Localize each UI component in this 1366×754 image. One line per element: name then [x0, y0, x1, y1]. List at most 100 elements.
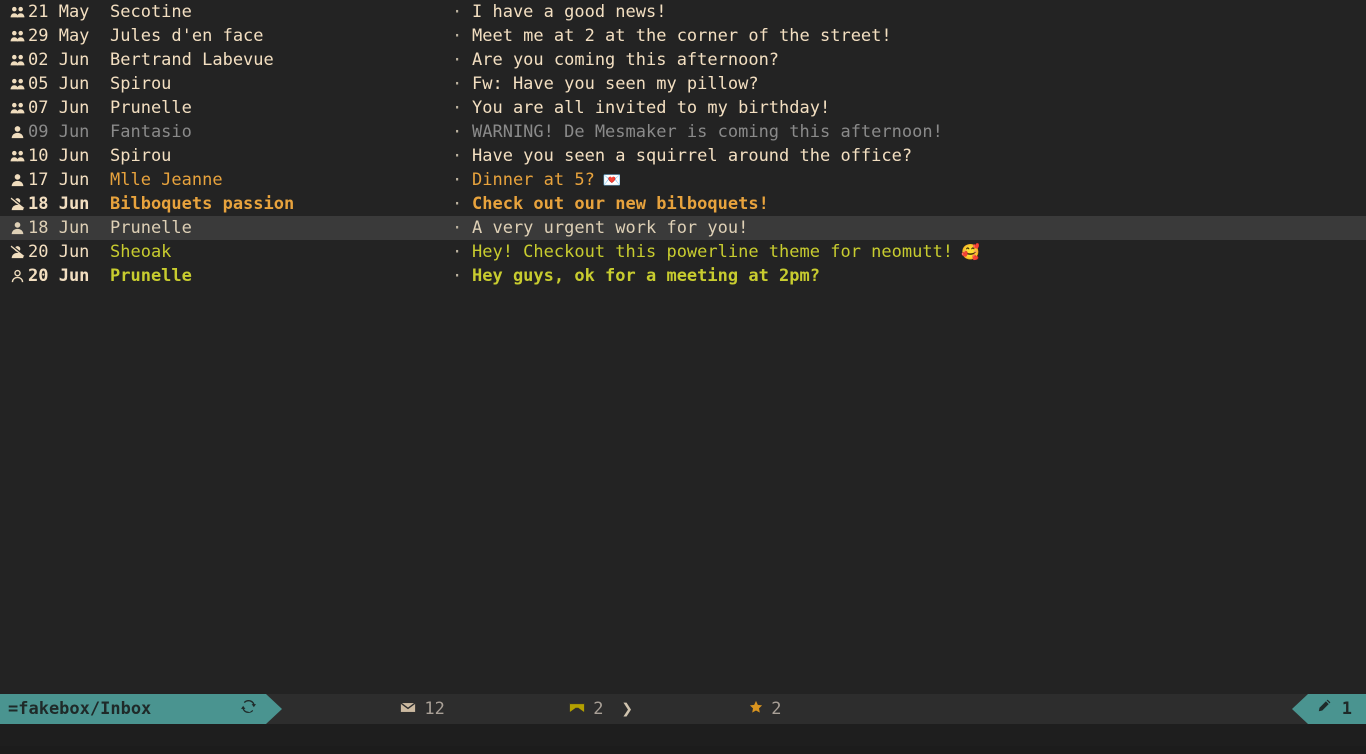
- message-subject: Hey guys, ok for a meeting at 2pm?: [472, 266, 820, 286]
- message-subject-cell: Hey guys, ok for a meeting at 2pm?: [472, 264, 820, 288]
- terminal-screen: 21 May Secotine · I have a good news! 29 May…: [0, 0, 1366, 746]
- message-row[interactable]: 29 May Jules d'en face · Meet me at 2 at th…: [0, 24, 1366, 48]
- terminal-bottom-area: [0, 724, 1366, 746]
- group-icon[interactable]: [8, 144, 26, 168]
- message-subject-cell: Check out our new bilboquets!: [472, 192, 769, 216]
- message-date: 02 Jun: [28, 50, 90, 70]
- message-row[interactable]: 07 Jun Prunelle · You are all invited to my…: [0, 96, 1366, 120]
- thread-separator: ·: [452, 146, 463, 166]
- message-subject: WARNING! De Mesmaker is coming this afte…: [472, 122, 943, 142]
- thread-separator: ·: [452, 98, 463, 118]
- powerline-arrow-right: [266, 694, 282, 724]
- message-subject: Dinner at 5?: [472, 170, 595, 190]
- group-icon[interactable]: [8, 72, 26, 96]
- thread-separator: ·: [452, 242, 463, 262]
- message-date: 21 May: [28, 2, 90, 22]
- thread-separator: ·: [452, 26, 463, 46]
- message-sender: Bertrand Labevue: [110, 50, 274, 70]
- message-sender: Sheoak: [110, 242, 172, 262]
- message-row[interactable]: 18 Jun Prunelle · A very urgent work for yo…: [0, 216, 1366, 240]
- message-date: 20 Jun: [28, 266, 90, 286]
- message-date: 07 Jun: [28, 98, 90, 118]
- message-subject: A very urgent work for you!: [472, 218, 749, 238]
- message-sender: Spirou: [110, 146, 172, 166]
- message-sender: Prunelle: [110, 266, 192, 286]
- new-count: 2: [593, 699, 604, 719]
- message-row[interactable]: 05 Jun Spirou · Fw: Have you seen my pillow…: [0, 72, 1366, 96]
- compose-count: 1: [1341, 699, 1352, 719]
- message-row[interactable]: 20 Jun Sheoak · Hey! Checkout this powerlin…: [0, 240, 1366, 264]
- thread-separator: ·: [452, 194, 463, 214]
- message-sender: Fantasio: [110, 122, 192, 142]
- message-sender: Jules d'en face: [110, 26, 264, 46]
- message-date: 20 Jun: [28, 242, 90, 262]
- message-subject-cell: Fw: Have you seen my pillow?: [472, 72, 759, 96]
- message-subject-cell: Hey! Checkout this powerline theme for n…: [472, 240, 980, 264]
- message-subject-cell: WARNING! De Mesmaker is coming this afte…: [472, 120, 943, 144]
- message-date: 05 Jun: [28, 74, 90, 94]
- person-outline-icon[interactable]: [8, 264, 26, 288]
- message-subject: Are you coming this afternoon?: [472, 50, 780, 70]
- total-count: 12: [424, 699, 445, 719]
- message-subject: Have you seen a squirrel around the offi…: [472, 146, 913, 166]
- chevron-right-icon: ❯: [621, 698, 633, 720]
- thread-separator: ·: [452, 170, 463, 190]
- message-row[interactable]: 02 Jun Bertrand Labevue · Are you coming th…: [0, 48, 1366, 72]
- subject-emoji: 💌: [602, 171, 622, 189]
- mailbox-label: =fakebox/Inbox: [8, 699, 152, 719]
- status-bar: =fakebox/Inbox 12 2 ❯ 2 1: [0, 694, 1366, 724]
- compose-segment[interactable]: 1: [1291, 694, 1366, 724]
- pencil-icon: [1316, 697, 1332, 721]
- thread-separator: ·: [452, 266, 463, 286]
- person-crossed-icon[interactable]: [8, 240, 26, 264]
- message-date: 17 Jun: [28, 170, 90, 190]
- message-row[interactable]: 09 Jun Fantasio · WARNING! De Mesmaker is c…: [0, 120, 1366, 144]
- message-date: 18 Jun: [28, 218, 90, 238]
- thread-separator: ·: [452, 122, 463, 142]
- message-subject-cell: Meet me at 2 at the corner of the street…: [472, 24, 892, 48]
- group-icon[interactable]: [8, 48, 26, 72]
- person-crossed-icon[interactable]: [8, 192, 26, 216]
- flagged-count: 2: [771, 699, 782, 719]
- message-date: 10 Jun: [28, 146, 90, 166]
- message-date: 09 Jun: [28, 122, 90, 142]
- message-row[interactable]: 17 Jun Mlle Jeanne · Dinner at 5? 💌: [0, 168, 1366, 192]
- powerline-arrow-left: [1291, 694, 1308, 724]
- person-icon[interactable]: [8, 168, 26, 192]
- message-sender: Bilboquets passion: [110, 194, 295, 214]
- message-subject: You are all invited to my birthday!: [472, 98, 831, 118]
- message-date: 29 May: [28, 26, 90, 46]
- person-icon[interactable]: [8, 216, 26, 240]
- message-row[interactable]: 10 Jun Spirou · Have you seen a squirrel ar…: [0, 144, 1366, 168]
- message-subject: Hey! Checkout this powerline theme for n…: [472, 242, 954, 262]
- mailbox-segment[interactable]: =fakebox/Inbox: [0, 694, 267, 724]
- message-sender: Prunelle: [110, 218, 192, 238]
- message-row[interactable]: 18 Jun Bilboquets passion · Check out our n…: [0, 192, 1366, 216]
- message-sender: Mlle Jeanne: [110, 170, 223, 190]
- subject-emoji: 🥰: [961, 243, 980, 261]
- message-subject-cell: You are all invited to my birthday!: [472, 96, 830, 120]
- thread-separator: ·: [452, 218, 463, 238]
- message-subject-cell: Have you seen a squirrel around the offi…: [472, 144, 912, 168]
- message-subject-cell: Are you coming this afternoon?: [472, 48, 779, 72]
- thread-separator: ·: [452, 74, 463, 94]
- message-row[interactable]: 21 May Secotine · I have a good news!: [0, 0, 1366, 24]
- message-sender: Spirou: [110, 74, 172, 94]
- thread-separator: ·: [452, 50, 463, 70]
- message-subject-cell: I have a good news!: [472, 0, 666, 24]
- message-sender: Secotine: [110, 2, 192, 22]
- message-index[interactable]: 21 May Secotine · I have a good news! 29 May…: [0, 0, 1366, 694]
- counts-area: 12 2 ❯ 2: [298, 694, 782, 724]
- message-subject: I have a good news!: [472, 2, 667, 22]
- message-sender: Prunelle: [110, 98, 192, 118]
- group-icon[interactable]: [8, 0, 26, 24]
- message-subject-cell: A very urgent work for you!: [472, 216, 748, 240]
- person-icon[interactable]: [8, 120, 26, 144]
- group-icon[interactable]: [8, 24, 26, 48]
- thread-separator: ·: [452, 2, 463, 22]
- message-row[interactable]: 20 Jun Prunelle · Hey guys, ok for a meetin…: [0, 264, 1366, 288]
- message-subject: Check out our new bilboquets!: [472, 194, 769, 214]
- message-date: 18 Jun: [28, 194, 90, 214]
- message-subject-cell: Dinner at 5? 💌: [472, 168, 622, 192]
- group-icon[interactable]: [8, 96, 26, 120]
